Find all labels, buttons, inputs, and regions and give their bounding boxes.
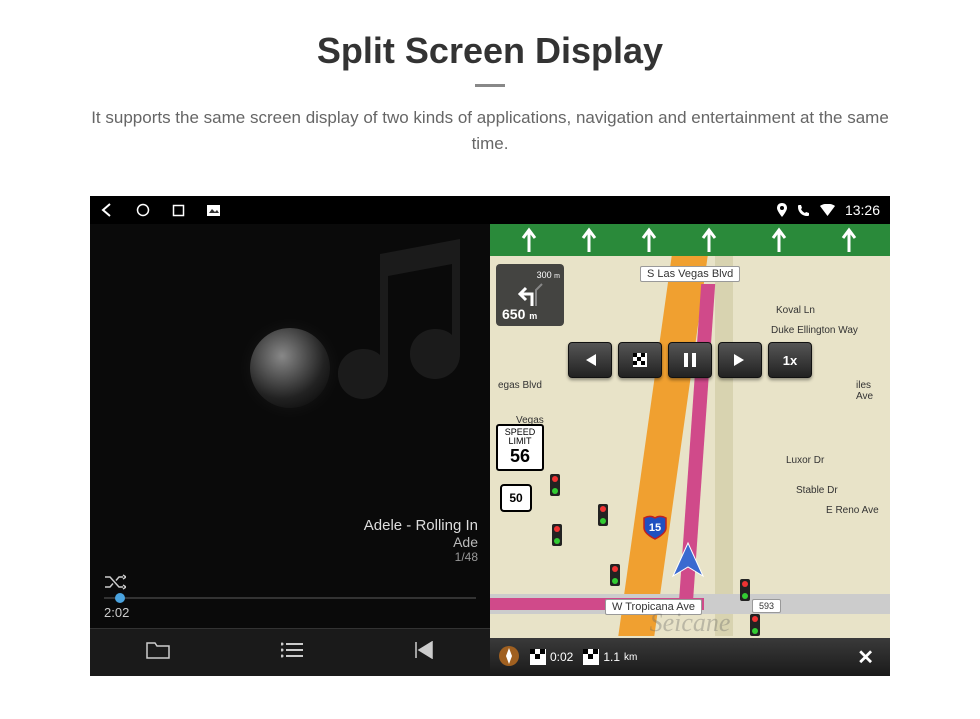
- home-icon[interactable]: [136, 203, 150, 217]
- image-icon: [207, 205, 220, 216]
- traffic-light-icon: [750, 614, 760, 636]
- position-arrow-icon: [668, 541, 708, 586]
- street-label: W Tropicana Ave: [605, 599, 702, 615]
- shuffle-icon[interactable]: [104, 574, 126, 593]
- page-subtitle: It supports the same screen display of t…: [80, 105, 900, 156]
- nav-eta: 0:02: [530, 649, 573, 665]
- street-label: Duke Ellington Way: [765, 324, 864, 337]
- page-title: Split Screen Display: [20, 30, 960, 72]
- interstate-shield: 15: [642, 514, 668, 540]
- street-label: Luxor Dr: [780, 454, 830, 467]
- track-count: 1/48: [102, 550, 478, 564]
- music-panel: Adele - Rolling In Ade 1/48 2:02: [90, 224, 490, 676]
- folder-button[interactable]: [146, 641, 170, 664]
- back-icon[interactable]: [100, 203, 114, 217]
- elapsed-time: 2:02: [90, 603, 490, 628]
- music-note-icon: [330, 234, 480, 419]
- street-label: iles Ave: [850, 379, 890, 403]
- nav-bottom-bar: 0:02 1.1 km ✕: [490, 638, 890, 676]
- nav-speed-button[interactable]: 1x: [768, 342, 812, 378]
- traffic-light-icon: [598, 504, 608, 526]
- wifi-icon: [820, 204, 835, 216]
- joystick-control[interactable]: [250, 328, 330, 408]
- phone-icon: [797, 204, 810, 217]
- nav-next-button[interactable]: [718, 342, 762, 378]
- street-label: 593: [752, 599, 781, 613]
- playlist-button[interactable]: [281, 642, 303, 663]
- street-label: S Las Vegas Blvd: [640, 266, 740, 282]
- recent-icon[interactable]: [172, 204, 185, 217]
- traffic-light-icon: [552, 524, 562, 546]
- navigation-panel: S Las Vegas Blvd Koval Ln Duke Ellington…: [490, 224, 890, 676]
- nav-flag-button[interactable]: [618, 342, 662, 378]
- traffic-light-icon: [740, 579, 750, 601]
- nav-pause-button[interactable]: [668, 342, 712, 378]
- prev-track-button[interactable]: [414, 641, 434, 664]
- svg-text:15: 15: [649, 522, 661, 534]
- street-label: egas Blvd: [492, 379, 548, 392]
- speed-limit-sign: SPEED LIMIT 56: [496, 424, 544, 471]
- device-screenshot: 13:26 Adele - Rolling In Ade 1/48 2:02: [90, 196, 890, 676]
- road-blvd: [715, 256, 733, 636]
- route-shield: 50: [500, 484, 532, 512]
- track-title: Adele - Rolling In: [102, 517, 478, 534]
- street-label: E Reno Ave: [820, 504, 885, 517]
- nav-playback-controls: 1x: [568, 342, 812, 378]
- title-divider: [475, 84, 505, 87]
- lane-guidance: [490, 224, 890, 256]
- clock: 13:26: [845, 202, 880, 218]
- nav-distance: 1.1 km: [583, 649, 637, 665]
- street-label: Koval Ln: [770, 304, 821, 317]
- progress-bar[interactable]: [104, 597, 476, 599]
- location-icon: [777, 203, 787, 217]
- compass-icon[interactable]: [498, 645, 520, 670]
- status-bar: 13:26: [90, 196, 890, 224]
- nav-prev-button[interactable]: [568, 342, 612, 378]
- nav-close-button[interactable]: ✕: [849, 645, 882, 670]
- traffic-light-icon: [610, 564, 620, 586]
- street-label: Stable Dr: [790, 484, 844, 497]
- turn-instruction: 300 m 650 m: [496, 264, 564, 326]
- track-artist: Ade: [102, 534, 478, 550]
- traffic-light-icon: [550, 474, 560, 496]
